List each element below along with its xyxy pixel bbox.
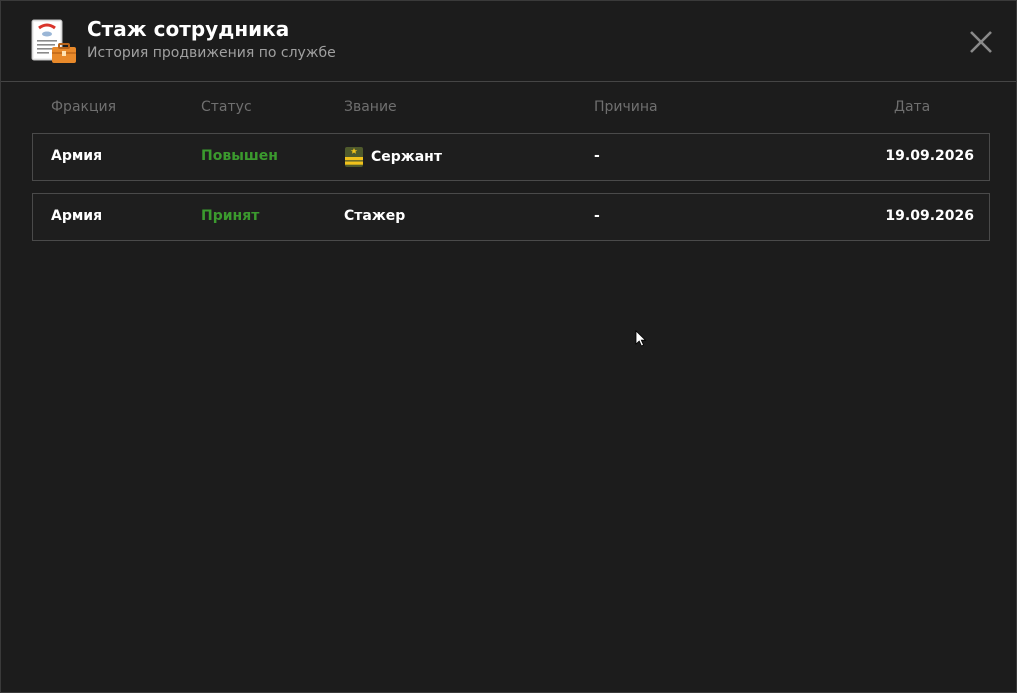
column-header-date: Дата — [894, 99, 931, 115]
sergeant-insignia-icon — [345, 147, 363, 167]
table-header: Фракция Статус Звание Причина Дата — [1, 97, 1016, 119]
document-briefcase-icon — [31, 19, 76, 63]
window-subtitle: История продвижения по службе — [87, 45, 336, 61]
window-header: Стаж сотрудника История продвижения по с… — [1, 1, 1016, 82]
row-rank: Сержант — [344, 145, 442, 169]
row-status: Повышен — [201, 148, 278, 164]
column-header-status: Статус — [201, 99, 252, 115]
close-icon[interactable] — [967, 28, 995, 56]
window-title: Стаж сотрудника — [87, 17, 290, 41]
row-rank-label: Сержант — [371, 149, 442, 165]
row-faction: Армия — [51, 208, 103, 224]
row-date: 19.09.2026 — [885, 148, 974, 164]
row-status: Принят — [201, 208, 260, 224]
mouse-cursor-icon — [635, 330, 647, 347]
row-date: 19.09.2026 — [885, 208, 974, 224]
table-row[interactable]: Армия Повышен Сержант - 19.09.2026 — [32, 133, 990, 181]
row-faction: Армия — [51, 148, 103, 164]
column-header-reason: Причина — [594, 99, 658, 115]
table-row[interactable]: Армия Принят Стажер - 19.09.2026 — [32, 193, 990, 241]
column-header-faction: Фракция — [51, 99, 117, 115]
staff-history-window: Стаж сотрудника История продвижения по с… — [0, 0, 1017, 693]
row-reason: - — [594, 148, 600, 164]
column-header-rank: Звание — [344, 99, 397, 115]
row-reason: - — [594, 208, 600, 224]
row-rank-label: Стажер — [344, 208, 406, 224]
